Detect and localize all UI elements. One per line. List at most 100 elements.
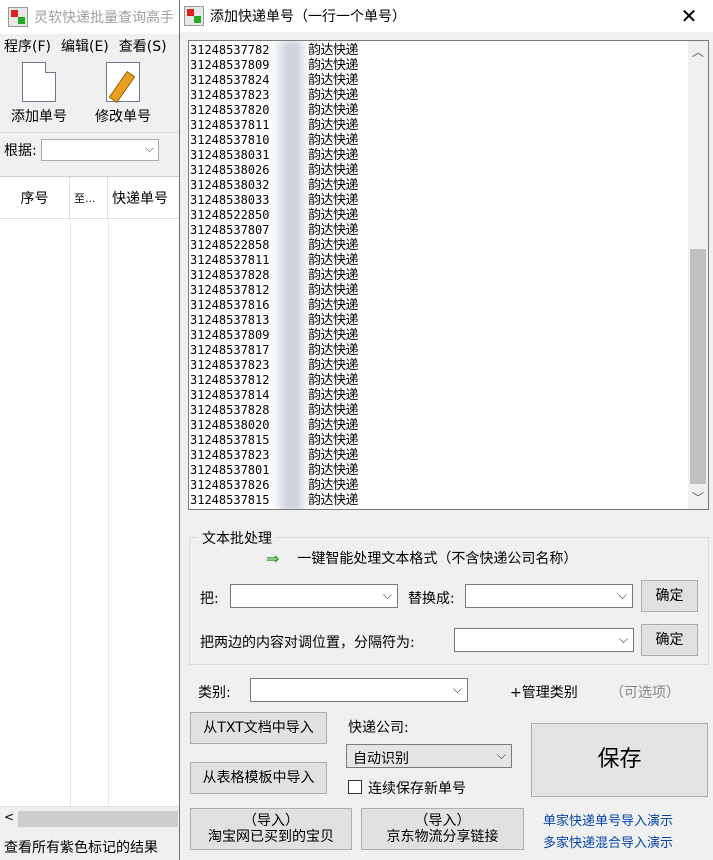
- main-window: 灵软快递批量查询高手 程序(F) 编辑(E) 查看(S) 添加单号 修改单号 根…: [0, 0, 180, 860]
- scroll-left-icon[interactable]: <: [4, 810, 14, 824]
- import-jd-line1: （导入）: [414, 813, 471, 829]
- carrier-name-text: 韵达快递: [308, 163, 359, 178]
- import-jd-line2: 京东物流分享链接: [386, 829, 499, 845]
- carrier-name-text: 韵达快递: [308, 103, 359, 118]
- scroll-thumb[interactable]: [18, 811, 178, 827]
- green-arrow-icon: ⇒: [266, 548, 280, 568]
- carrier-name-text: 韵达快递: [308, 58, 359, 73]
- import-jd-button[interactable]: （导入） 京东物流分享链接: [361, 808, 524, 850]
- carrier-name-text: 韵达快递: [308, 133, 359, 148]
- courier-combo[interactable]: 自动识别 ⌵: [346, 744, 512, 768]
- import-taobao-line2: 淘宝网已买到的宝贝: [208, 829, 334, 845]
- close-icon[interactable]: ✕: [677, 4, 701, 28]
- carrier-name-text: 韵达快递: [308, 298, 359, 313]
- category-label: 类别:: [198, 685, 231, 701]
- carrier-name-text: 韵达快递: [308, 253, 359, 268]
- carrier-name-text: 韵达快递: [308, 313, 359, 328]
- carrier-name-text: 韵达快递: [308, 268, 359, 283]
- mixed-courier-demo-link[interactable]: 多家快递混合导入演示: [543, 832, 673, 851]
- column-divider: [108, 219, 109, 807]
- main-window-title: 灵软快递批量查询高手: [34, 10, 174, 26]
- menubar: 程序(F) 编辑(E) 查看(S): [0, 34, 179, 58]
- col-to[interactable]: 至...: [70, 177, 108, 218]
- menu-program[interactable]: 程序(F): [4, 36, 51, 56]
- scroll-thumb[interactable]: [690, 249, 706, 484]
- menu-view[interactable]: 查看(S): [119, 36, 167, 56]
- chevron-down-icon: ⌵: [496, 748, 506, 762]
- tracking-numbers-textarea[interactable]: 31248537782 韵达快递 31248537809 韵达快递 3124853782…: [188, 40, 709, 510]
- one-click-format-label: 一键智能处理文本格式（不含快递公司名称）: [297, 551, 578, 567]
- continuous-save-label[interactable]: 连续保存新单号: [368, 778, 466, 798]
- replace-to-combo[interactable]: ⌵: [465, 584, 633, 608]
- one-click-format-link[interactable]: ⇒ 一键智能处理文本格式（不含快递公司名称）: [266, 548, 577, 568]
- column-divider: [70, 219, 71, 807]
- carrier-name-text: 韵达快递: [308, 238, 359, 253]
- carrier-name-text: 韵达快递: [308, 373, 359, 388]
- carrier-name-text: 韵达快递: [308, 178, 359, 193]
- add-number-label: 添加单号: [11, 109, 67, 125]
- import-txt-button[interactable]: 从TXT文档中导入: [190, 712, 327, 744]
- toolbar: 添加单号 修改单号: [0, 58, 179, 132]
- col-index[interactable]: 序号: [0, 177, 70, 218]
- carrier-name-text: 韵达快递: [308, 358, 359, 373]
- edit-number-button[interactable]: 修改单号: [90, 62, 156, 132]
- save-button[interactable]: 保存: [531, 723, 708, 797]
- vertical-scrollbar[interactable]: ︿ ﹀: [688, 41, 708, 509]
- dialog-titlebar: 添加快递单号（一行一个单号）: [180, 0, 713, 32]
- carrier-name-text: 韵达快递: [308, 403, 359, 418]
- dialog-title: 添加快递单号（一行一个单号）: [210, 9, 406, 25]
- carrier-name-text: 韵达快递: [308, 283, 359, 298]
- single-courier-demo-link[interactable]: 单家快递单号导入演示: [543, 810, 673, 829]
- menu-edit[interactable]: 编辑(E): [61, 36, 109, 56]
- carrier-name-text: 韵达快递: [308, 433, 359, 448]
- manage-category-link[interactable]: +管理类别: [510, 682, 578, 702]
- chevron-down-icon: ⌵: [452, 682, 462, 696]
- optional-note: （可选项）: [610, 685, 680, 701]
- carrier-name-text: 韵达快递: [308, 493, 359, 508]
- horizontal-scrollbar[interactable]: <: [0, 806, 180, 830]
- carrier-name-text: 韵达快递: [308, 43, 359, 58]
- import-taobao-button[interactable]: （导入） 淘宝网已买到的宝贝: [190, 808, 352, 850]
- filter-select[interactable]: ⌵: [40, 138, 159, 161]
- continuous-save-checkbox[interactable]: [348, 780, 362, 794]
- add-number-button[interactable]: 添加单号: [6, 62, 72, 132]
- filter-bar: 根据: ⌵: [0, 132, 179, 166]
- redaction-blur: [273, 41, 309, 509]
- scroll-down-icon[interactable]: ﹀: [688, 489, 708, 507]
- carrier-name-text: 韵达快递: [308, 343, 359, 358]
- carrier-name-text: 韵达快递: [308, 208, 359, 223]
- scroll-up-icon[interactable]: ︿: [688, 43, 708, 61]
- import-template-button[interactable]: 从表格模板中导入: [190, 762, 327, 794]
- carrier-name-text: 韵达快递: [308, 328, 359, 343]
- edit-number-label: 修改单号: [95, 109, 151, 125]
- col-tracking-number[interactable]: 快递单号: [108, 177, 180, 218]
- status-bar[interactable]: 查看所有紫色标记的结果: [0, 834, 180, 860]
- courier-combo-value: 自动识别: [353, 751, 409, 767]
- grid-body[interactable]: [0, 219, 180, 807]
- import-taobao-line1: （导入）: [243, 813, 299, 829]
- separator-combo[interactable]: ⌵: [454, 628, 634, 652]
- carrier-name-text: 韵达快递: [308, 448, 359, 463]
- chevron-down-icon: ⌵: [618, 632, 628, 646]
- pencil-edit-icon: [106, 62, 140, 102]
- app-logo-icon: [184, 6, 204, 26]
- replace-from-label: 把:: [200, 591, 219, 607]
- results-grid: 序号 至... 快递单号: [0, 176, 180, 807]
- swap-label: 把两边的内容对调位置，分隔符为:: [200, 635, 415, 651]
- chevron-down-icon: ⌵: [145, 141, 154, 155]
- replace-from-combo[interactable]: ⌵: [230, 584, 398, 608]
- carrier-name-text: 韵达快递: [308, 193, 359, 208]
- grid-header: 序号 至... 快递单号: [0, 177, 180, 219]
- chevron-down-icon: ⌵: [382, 588, 392, 602]
- add-tracking-dialog: 添加快递单号（一行一个单号） ✕ 31248537782 韵达快递 31248537…: [179, 0, 713, 860]
- main-window-titlebar: 灵软快递批量查询高手: [0, 0, 179, 34]
- category-combo[interactable]: ⌵: [250, 678, 468, 702]
- replace-confirm-button[interactable]: 确定: [641, 580, 698, 612]
- courier-label: 快递公司:: [348, 720, 409, 736]
- filter-label: 根据:: [4, 142, 37, 159]
- carrier-name-text: 韵达快递: [308, 388, 359, 403]
- replace-to-label: 替换成:: [408, 591, 455, 607]
- carrier-name-text: 韵达快递: [308, 478, 359, 493]
- swap-confirm-button[interactable]: 确定: [641, 624, 698, 656]
- document-icon: [22, 62, 56, 102]
